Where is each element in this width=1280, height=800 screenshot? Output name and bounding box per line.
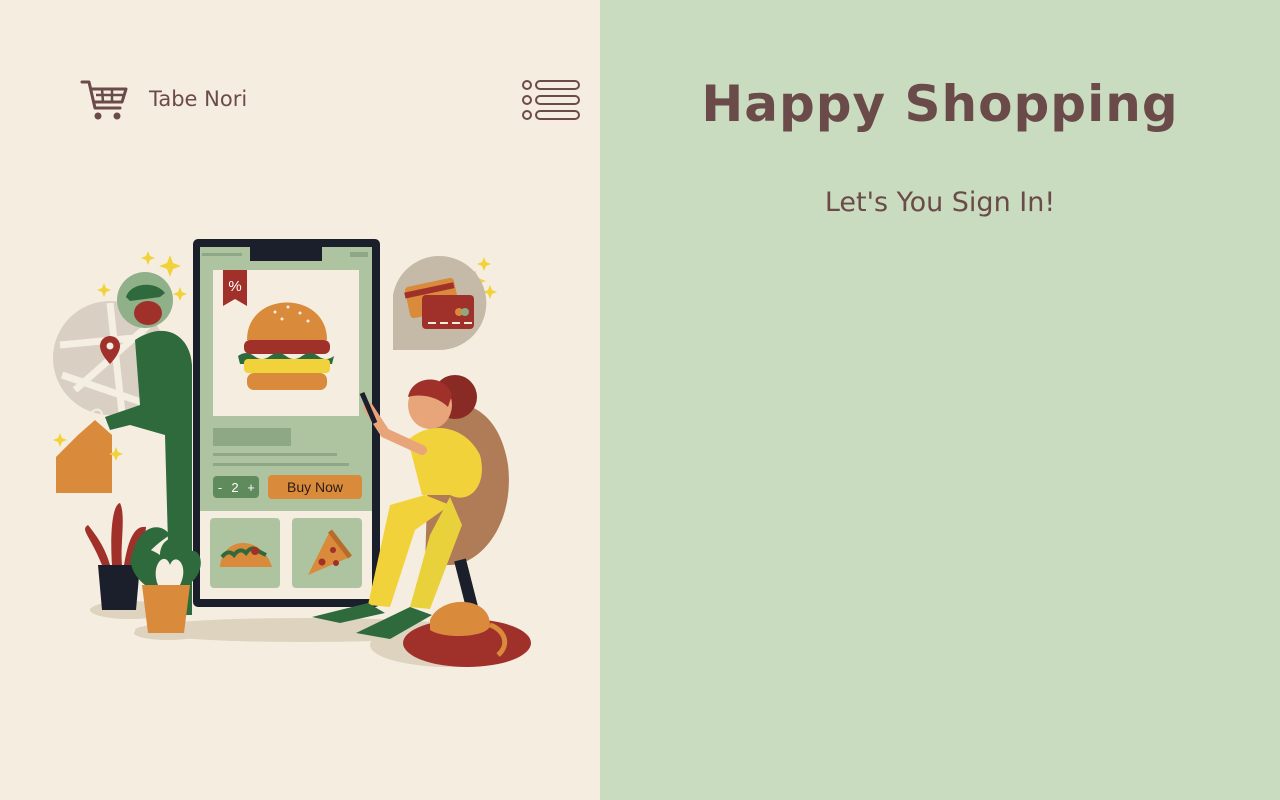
buy-now-button: Buy Now xyxy=(268,475,362,499)
brand-name[interactable]: Tabe Nori xyxy=(149,85,247,113)
logo[interactable] xyxy=(80,78,128,122)
quantity-plus: + xyxy=(247,480,255,495)
discount-label: % xyxy=(228,278,241,295)
left-panel: Tabe Nori % - 2 + Buy Now xyxy=(0,0,600,800)
menu-button[interactable] xyxy=(520,78,582,122)
sign-in-prompt: Let's You Sign In! xyxy=(824,187,1056,218)
phone-mockup: % - 2 + Buy Now xyxy=(193,239,380,607)
credit-card-icon xyxy=(393,256,487,350)
cart-icon xyxy=(80,80,128,120)
quantity-value: 2 xyxy=(231,480,238,495)
page-title: Happy Shopping xyxy=(701,75,1179,133)
quantity-stepper: - 2 + xyxy=(213,476,259,498)
buy-now-label: Buy Now xyxy=(287,479,344,495)
list-menu-icon xyxy=(522,80,580,120)
quantity-minus: - xyxy=(218,480,222,495)
shopping-illustration: % - 2 + Buy Now xyxy=(53,239,531,667)
